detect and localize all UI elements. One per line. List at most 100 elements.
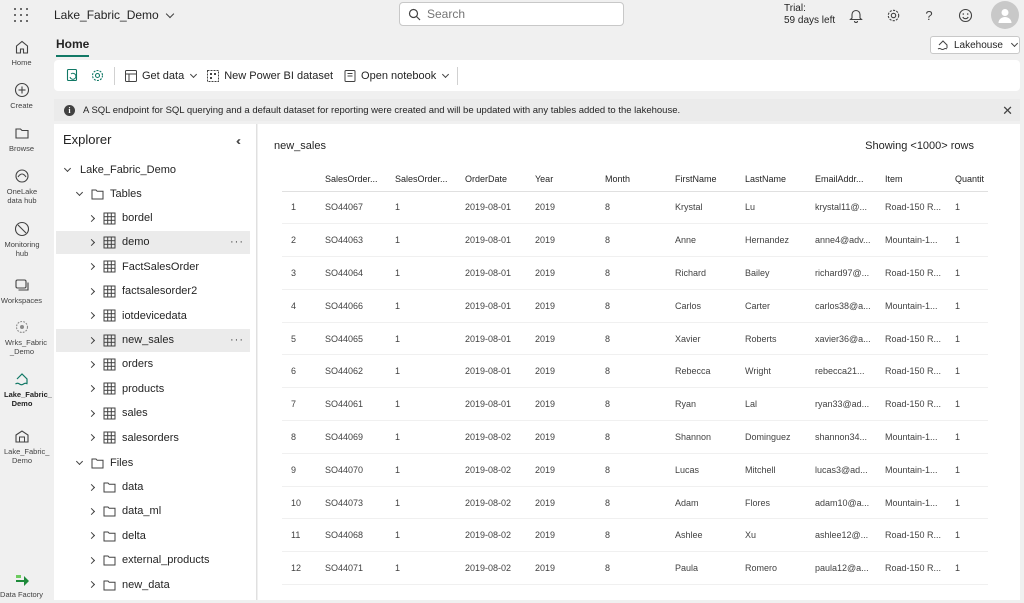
tree-folder-data[interactable]: data	[56, 476, 250, 499]
rail-create[interactable]: Create	[0, 82, 43, 110]
tree-folder-files[interactable]: Files	[74, 451, 268, 474]
table-cell: SO44064	[316, 256, 386, 290]
table-row[interactable]: 10 SO44073 1 2019-08-02 2019 8 Adam Flores adam1…	[282, 486, 988, 520]
tree-table-bordel[interactable]: bordel	[56, 207, 250, 230]
table-cell: paula12@a...	[806, 551, 876, 586]
app-launcher-icon[interactable]	[14, 8, 28, 22]
tree-table-new_sales[interactable]: new_sales ···	[56, 328, 250, 352]
more-options-icon[interactable]: ···	[230, 334, 244, 346]
tree-table-sales[interactable]: sales	[56, 402, 250, 425]
search-box[interactable]	[399, 2, 624, 26]
row-number: 7	[282, 387, 316, 422]
table-cell: lucas3@ad...	[806, 453, 876, 487]
table-cell: Lu	[736, 191, 806, 225]
rail-monitoring-hub[interactable]: Monitoring hub	[0, 221, 43, 258]
column-header[interactable]: LastName	[736, 167, 806, 192]
workspaces-icon	[14, 279, 29, 291]
settings-gear-icon[interactable]	[883, 5, 903, 25]
table-row[interactable]: 4 SO44066 1 2019-08-01 2019 8 Carlos Carter carl…	[282, 289, 988, 323]
rail-lake-fabric-demo-lakehouse[interactable]: Lake_Fabric_ Demo	[0, 371, 52, 408]
open-notebook-button[interactable]: Open notebook	[338, 65, 453, 87]
tree-table-products[interactable]: products	[56, 377, 250, 400]
table-row[interactable]: 5 SO44065 1 2019-08-01 2019 8 Xavier Roberts xav…	[282, 322, 988, 356]
rail-onelake-data-hub[interactable]: OneLake data hub	[0, 168, 43, 205]
column-header[interactable]: SalesOrder...	[386, 167, 456, 192]
table-cell: Mountain-1...	[876, 289, 946, 323]
rail-browse[interactable]: Browse	[0, 125, 43, 153]
get-data-icon	[125, 69, 137, 82]
toolbar-divider	[114, 66, 115, 85]
more-options-icon[interactable]: ···	[230, 236, 244, 248]
table-row[interactable]: 2 SO44063 1 2019-08-01 2019 8 Anne Hernandez ann…	[282, 223, 988, 258]
column-header[interactable]: FirstName	[666, 167, 736, 192]
tree-table-orders[interactable]: orders	[56, 353, 250, 376]
tree-table-salesorders[interactable]: salesorders	[56, 426, 250, 449]
column-header[interactable]: OrderDate	[456, 167, 526, 192]
table-row[interactable]: 11 SO44068 1 2019-08-02 2019 8 Ashlee Xu ashlee1…	[282, 518, 988, 553]
close-icon[interactable]: ✕	[1002, 103, 1013, 119]
refresh-button[interactable]	[60, 65, 85, 87]
rail-workspaces[interactable]: Workspaces	[0, 277, 43, 305]
row-number: 3	[282, 256, 316, 290]
settings-button[interactable]	[85, 65, 110, 87]
collapse-pane-icon[interactable]: ‹‹	[236, 134, 241, 148]
tree-folder-external-products[interactable]: external_products	[56, 549, 250, 572]
help-icon[interactable]: ?	[919, 5, 939, 25]
notifications-icon[interactable]	[846, 5, 866, 25]
trial-status[interactable]: Trial: 59 days left	[784, 3, 835, 27]
tree-folder-data-ml[interactable]: data_ml	[56, 500, 250, 523]
tree-table-factsalesorder2[interactable]: factsalesorder2	[56, 280, 250, 303]
table-cell: SO44066	[316, 289, 386, 323]
table-icon	[103, 260, 116, 273]
column-header[interactable]: Quantit	[946, 167, 988, 192]
tree-folder-new-data[interactable]: new_data	[56, 573, 250, 596]
search-input[interactable]	[427, 7, 607, 21]
table-row[interactable]: 9 SO44070 1 2019-08-02 2019 8 Lucas Mitchell luc…	[282, 453, 988, 487]
tree-label: FactSalesOrder	[122, 260, 200, 273]
table-cell: 1	[946, 191, 988, 225]
table-cell: SO44073	[316, 486, 386, 520]
column-header[interactable]: Month	[596, 167, 666, 192]
tree-folder-delta[interactable]: delta	[56, 524, 250, 547]
rail-label: Wrks_Fabric _Demo	[5, 338, 47, 356]
feedback-smiley-icon[interactable]	[955, 5, 975, 25]
chevron-right-icon	[87, 360, 95, 368]
rail-data-factory[interactable]: Data Factory	[0, 571, 43, 599]
user-avatar[interactable]	[991, 1, 1019, 29]
tree-label: new_data	[122, 578, 170, 591]
table-row[interactable]: 8 SO44069 1 2019-08-02 2019 8 Shannon Dominguez…	[282, 420, 988, 454]
table-cell: SO44065	[316, 322, 386, 356]
tree-table-demo[interactable]: demo ···	[56, 230, 250, 254]
table-cell: Ryan	[666, 387, 736, 422]
table-row[interactable]: 6 SO44062 1 2019-08-01 2019 8 Rebecca Wright reb…	[282, 354, 988, 389]
new-power-bi-dataset-button[interactable]: New Power BI dataset	[201, 65, 338, 87]
tree-folder-tables[interactable]: Tables	[74, 182, 268, 205]
lakehouse-mode-dropdown[interactable]: Lakehouse	[930, 36, 1020, 54]
table-row[interactable]: 7 SO44061 1 2019-08-01 2019 8 Ryan Lal ryan33@ad…	[282, 387, 988, 422]
table-cell: 1	[946, 453, 988, 487]
user-icon	[998, 9, 1012, 23]
column-header[interactable]: EmailAddr...	[806, 167, 876, 192]
settings-gear-icon	[91, 69, 104, 82]
chevron-down-icon	[63, 164, 71, 172]
get-data-button[interactable]: Get data	[119, 65, 201, 87]
tree-table-factsalesorder[interactable]: FactSalesOrder	[56, 255, 250, 278]
table-row[interactable]: 1 SO44067 1 2019-08-01 2019 8 Krystal Lu krystal…	[282, 191, 988, 225]
rail-home[interactable]: Home	[0, 39, 43, 67]
rail-lake-fabric-demo-warehouse[interactable]: Lake_Fabric_ Demo	[0, 428, 49, 465]
data-grid[interactable]: SalesOrder... SalesOrder... OrderDate Year M…	[282, 167, 988, 586]
tab-home[interactable]: Home	[56, 37, 90, 57]
workspace-switcher[interactable]: Lake_Fabric_Demo	[54, 8, 174, 22]
table-icon	[103, 382, 116, 395]
table-row[interactable]: 12 SO44071 1 2019-08-02 2019 8 Paula Romero paul…	[282, 551, 988, 586]
column-header[interactable]: Item	[876, 167, 946, 192]
column-header[interactable]	[282, 167, 316, 192]
column-header[interactable]: SalesOrder...	[316, 167, 386, 192]
table-row[interactable]: 3 SO44064 1 2019-08-01 2019 8 Richard Bailey ric…	[282, 256, 988, 290]
rail-wrks-fabric-demo[interactable]: Wrks_Fabric _Demo	[0, 319, 47, 356]
row-number: 11	[282, 518, 316, 553]
tree-table-iotdevicedata[interactable]: iotdevicedata	[56, 304, 250, 327]
tree-label: new_sales	[122, 334, 174, 346]
tree-root-lakehouse[interactable]: Lake_Fabric_Demo	[62, 158, 256, 181]
column-header[interactable]: Year	[526, 167, 596, 192]
